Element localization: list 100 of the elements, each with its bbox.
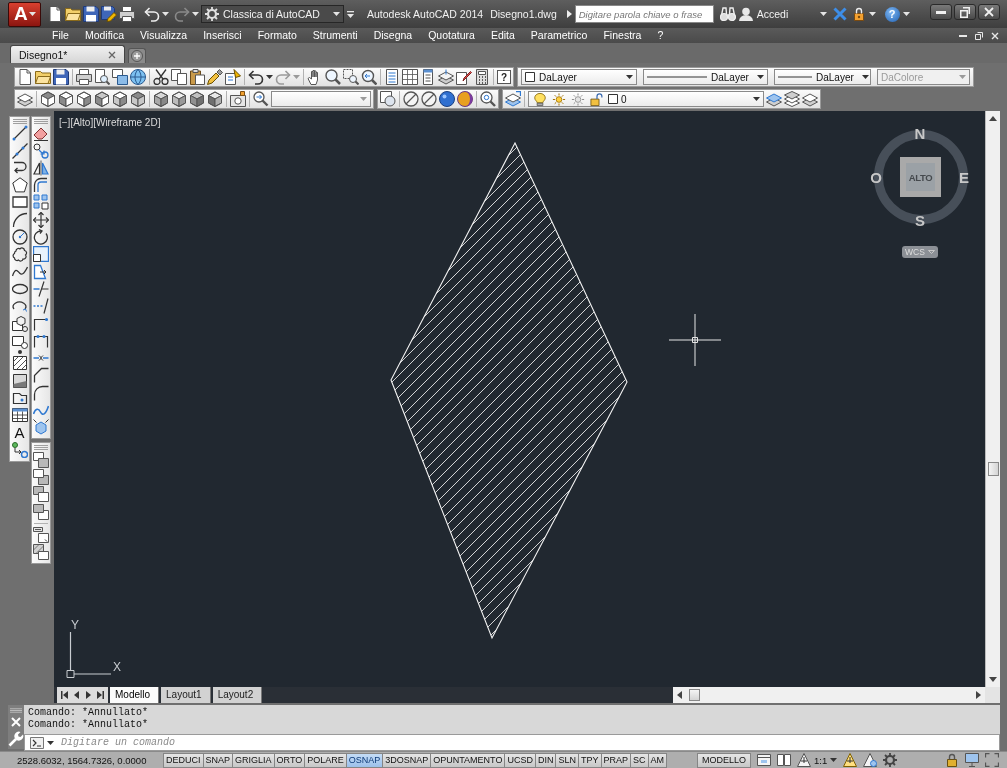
- caret-bar-icon[interactable]: [347, 10, 354, 18]
- offset-icon[interactable]: [33, 177, 49, 194]
- cloud-icon[interactable]: [11, 246, 28, 263]
- layer-stack-icon[interactable]: [784, 91, 800, 107]
- grip-icon[interactable]: [34, 119, 48, 124]
- status-toggle-button[interactable]: OPUNTAMENTO: [431, 752, 506, 768]
- caret-icon[interactable]: [902, 12, 910, 16]
- menu-item[interactable]: Modifica: [76, 28, 133, 43]
- monitor-icon[interactable]: [965, 753, 979, 767]
- status-toggle-button[interactable]: PRAP: [601, 752, 631, 768]
- right-arrow-icon[interactable]: [976, 691, 981, 699]
- folder-icon[interactable]: [65, 6, 81, 22]
- caret-icon[interactable]: [868, 12, 876, 16]
- padlock-icon[interactable]: [945, 753, 959, 767]
- application-menu-button[interactable]: A: [8, 1, 41, 27]
- sheet-stack-icon[interactable]: [438, 69, 454, 85]
- region-icon[interactable]: [11, 390, 28, 407]
- viewcube-compass-ring[interactable]: [873, 129, 969, 225]
- vertical-scrollbar[interactable]: [985, 111, 1000, 687]
- menu-item[interactable]: Formato: [249, 28, 305, 43]
- help-button[interactable]: ?: [497, 70, 511, 84]
- caret-icon[interactable]: [162, 12, 169, 16]
- left-arrow-icon[interactable]: [677, 691, 682, 699]
- grip-icon[interactable]: [12, 119, 27, 124]
- new-file-icon[interactable]: [47, 6, 63, 22]
- pentagon-icon[interactable]: [11, 177, 28, 194]
- command-prompt-icon[interactable]: [30, 736, 44, 749]
- scrollbar-thumb[interactable]: [987, 462, 999, 476]
- compass-south-label[interactable]: S: [915, 212, 925, 228]
- break-at-point-icon[interactable]: [33, 315, 49, 332]
- play-triangle-icon[interactable]: [566, 10, 572, 18]
- hatch-to-back-icon[interactable]: [33, 544, 49, 561]
- circle-slash-icon[interactable]: [403, 91, 419, 107]
- undo-arrow-icon[interactable]: [248, 69, 264, 85]
- rectangle-icon[interactable]: [11, 194, 28, 211]
- caret-icon[interactable]: [47, 740, 54, 745]
- wrench-icon[interactable]: [8, 731, 24, 747]
- fullscreen-icon[interactable]: [985, 753, 999, 767]
- status-toggle-button[interactable]: SLN: [556, 752, 579, 768]
- layout-tab[interactable]: Layout1: [161, 687, 211, 703]
- status-toggle-button[interactable]: SC: [631, 752, 649, 768]
- printer-icon[interactable]: [76, 69, 92, 85]
- layer-stack-icon[interactable]: [766, 91, 782, 107]
- menu-item[interactable]: Inserisci: [195, 28, 250, 43]
- cube-icon[interactable]: [94, 91, 110, 107]
- menu-item[interactable]: File: [44, 28, 77, 43]
- minimize-icon[interactable]: [959, 34, 967, 37]
- menu-item[interactable]: Disegna: [365, 28, 421, 43]
- page-flag-icon[interactable]: [225, 69, 241, 85]
- block-insert-icon[interactable]: [11, 315, 28, 332]
- camera-icon[interactable]: [230, 91, 246, 107]
- triangle-figure-icon[interactable]: [863, 753, 878, 767]
- horizontal-scrollbar[interactable]: [673, 687, 985, 703]
- model-space-button[interactable]: MODELLO: [697, 752, 752, 768]
- undo-arrow-icon[interactable]: [144, 6, 160, 22]
- circle-icon[interactable]: [11, 229, 28, 246]
- compass-west-label[interactable]: O: [870, 169, 882, 185]
- viewport-controls-label[interactable]: [−][Alto][Wireframe 2D]: [59, 117, 161, 128]
- clipboard-icon[interactable]: [189, 69, 205, 85]
- shaded-cube-icon[interactable]: [189, 91, 205, 107]
- scrollbar-thumb[interactable]: [689, 689, 700, 701]
- status-toggle-button[interactable]: SNAP: [203, 752, 234, 768]
- sign-in-button[interactable]: Accedi: [738, 7, 827, 21]
- break-icon[interactable]: [33, 332, 49, 349]
- cube-icon[interactable]: [40, 91, 56, 107]
- menu-item[interactable]: ?: [649, 28, 672, 43]
- status-toggle-button[interactable]: POLARE: [305, 752, 347, 768]
- stacked-squares-icon[interactable]: [33, 503, 49, 520]
- scissors-icon[interactable]: [153, 69, 169, 85]
- stacked-squares-icon[interactable]: [33, 468, 49, 485]
- eraser-icon[interactable]: [33, 125, 49, 142]
- magnifier-arrow-icon[interactable]: [253, 91, 269, 107]
- cube-icon[interactable]: [58, 91, 74, 107]
- page-magnifier-icon[interactable]: [94, 69, 110, 85]
- stacked-squares-icon[interactable]: [33, 451, 49, 468]
- view-dropdown[interactable]: [271, 91, 371, 107]
- printer-icon[interactable]: [119, 6, 135, 22]
- new-tab-button[interactable]: [128, 48, 146, 63]
- circle-slash-icon[interactable]: [421, 91, 437, 107]
- drawing-canvas[interactable]: [−][Alto][Wireframe 2D] N O ALTO E S WCS Y X: [54, 111, 985, 687]
- floppy-pen-icon[interactable]: [101, 6, 117, 22]
- status-toggle-button[interactable]: 3DOSNAP: [383, 752, 432, 768]
- cube-icon[interactable]: [112, 91, 128, 107]
- magnifier-icon[interactable]: [325, 69, 341, 85]
- menu-item[interactable]: Edita: [482, 28, 523, 43]
- viewport-window-icon[interactable]: [757, 754, 772, 766]
- minimize-button[interactable]: [930, 4, 952, 20]
- shaded-cube-icon[interactable]: [171, 91, 187, 107]
- pencil-icon[interactable]: [207, 69, 223, 85]
- menu-item[interactable]: Finestra: [595, 28, 650, 43]
- grid-icon[interactable]: [402, 69, 418, 85]
- cube-icon[interactable]: [76, 91, 92, 107]
- mirror-triangles-icon[interactable]: [33, 159, 49, 176]
- calculator-icon[interactable]: [474, 69, 490, 85]
- table-icon[interactable]: [11, 407, 28, 424]
- annotation-scale-dropdown[interactable]: 1:1: [797, 753, 838, 767]
- sphere-icon[interactable]: [439, 91, 455, 107]
- list-sheet-icon[interactable]: [384, 69, 400, 85]
- stacked-squares-icon[interactable]: [33, 486, 49, 503]
- hatch-icon[interactable]: [11, 355, 28, 372]
